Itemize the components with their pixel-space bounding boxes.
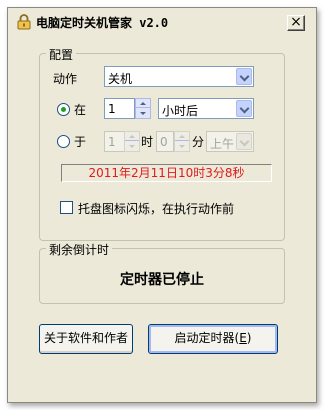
start-button-label: 启动定时器 (174, 331, 235, 345)
start-timer-button[interactable]: 启动定时器(E) (148, 324, 278, 354)
chevron-down-icon[interactable] (236, 68, 252, 85)
spin-up-icon[interactable] (125, 132, 139, 141)
hour-label: 时 (141, 135, 154, 149)
at-minute-value: 0 (160, 135, 168, 149)
radio-at-label: 于 (74, 135, 87, 149)
about-button[interactable]: 关于软件和作者 (39, 324, 133, 354)
start-shortcut-close: ) (246, 331, 252, 345)
after-unit-select[interactable]: 小时后 (158, 98, 254, 119)
at-minute-input[interactable]: 0 (156, 131, 174, 152)
target-time-display: 2011年2月11日10时3分8秒 (61, 164, 272, 182)
radio-after-label: 在 (74, 103, 87, 117)
radio-after[interactable] (57, 103, 70, 116)
spin-down-icon[interactable] (136, 109, 150, 118)
at-hour-value: 1 (108, 135, 116, 149)
countdown-group-label: 剩余倒计时 (46, 241, 113, 258)
spin-down-icon[interactable] (125, 142, 139, 151)
action-select[interactable]: 关机 (104, 66, 254, 87)
at-minute-spinner[interactable] (174, 131, 190, 152)
action-label: 动作 (53, 72, 78, 86)
radio-at[interactable] (57, 135, 70, 148)
app-window: 电脑定时关机管家 v2.0 × 配置 动作 关机 在 1 小时后 于 1 时 0 (7, 7, 317, 403)
close-button[interactable]: × (287, 15, 305, 31)
about-button-label: 关于软件和作者 (43, 331, 128, 345)
close-icon: × (290, 14, 302, 30)
config-group-label: 配置 (46, 46, 77, 63)
spin-up-icon[interactable] (175, 132, 189, 141)
minute-label: 分 (192, 135, 205, 149)
ampm-select[interactable]: 上午 (206, 131, 254, 152)
spin-up-icon[interactable] (136, 99, 150, 108)
window-title: 电脑定时关机管家 v2.0 (36, 16, 169, 30)
tray-flash-label[interactable]: 托盘图标闪烁，在执行动作前 (78, 200, 234, 217)
at-hour-input[interactable]: 1 (104, 131, 125, 152)
padlock-icon (17, 14, 31, 30)
countdown-group: 剩余倒计时 定时器已停止 (39, 241, 285, 304)
timer-status: 定时器已停止 (120, 272, 204, 288)
after-value-spinner[interactable] (135, 98, 151, 119)
start-shortcut-key: E (239, 331, 247, 345)
after-value: 1 (108, 102, 116, 116)
after-value-input[interactable]: 1 (104, 98, 135, 119)
chevron-down-icon[interactable] (236, 133, 252, 150)
ampm-value: 上午 (210, 137, 235, 151)
title-bar[interactable]: 电脑定时关机管家 v2.0 × (8, 8, 316, 35)
spin-down-icon[interactable] (175, 142, 189, 151)
after-unit-value: 小时后 (162, 104, 199, 118)
tray-flash-checkbox[interactable] (60, 201, 73, 214)
action-select-value: 关机 (108, 72, 133, 86)
chevron-down-icon[interactable] (236, 100, 252, 117)
at-hour-spinner[interactable] (124, 131, 140, 152)
